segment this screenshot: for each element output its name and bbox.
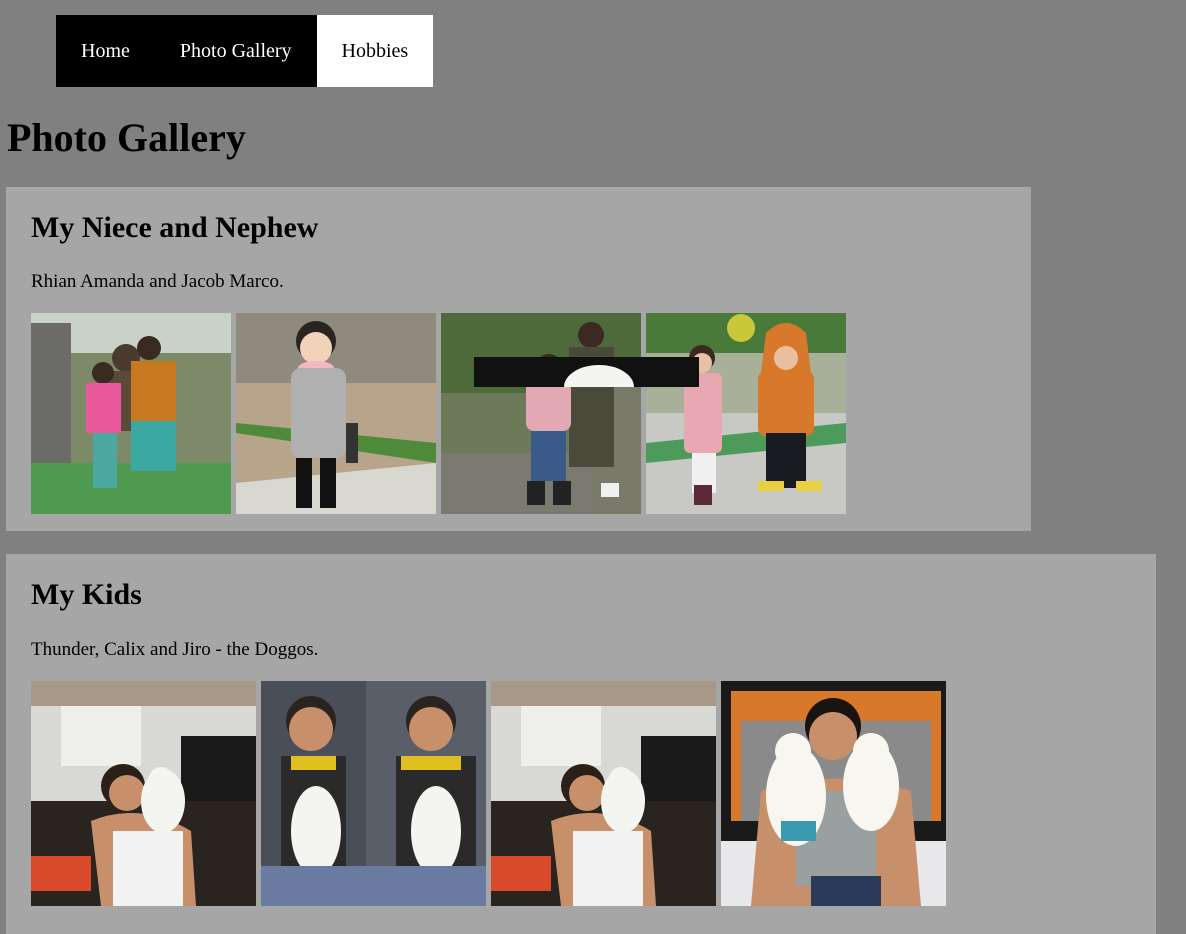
gallery-photo[interactable] (491, 681, 716, 906)
photo-row (31, 313, 846, 514)
section-heading: My Niece and Nephew (31, 211, 319, 244)
nav-hobbies-link[interactable]: Hobbies (316, 15, 434, 87)
gallery-photo[interactable] (441, 313, 641, 514)
gallery-photo[interactable] (31, 681, 256, 906)
photo-row (31, 681, 946, 906)
gallery-photo[interactable] (721, 681, 946, 906)
gallery-photo[interactable] (236, 313, 436, 514)
gallery-section-my-kids: My Kids Thunder, Calix and Jiro - the Do… (6, 554, 1156, 934)
gallery-photo[interactable] (474, 357, 699, 387)
gallery-photo[interactable] (31, 313, 231, 514)
nav-home-link[interactable]: Home (56, 15, 155, 87)
page-title: Photo Gallery (7, 115, 246, 160)
gallery-photo[interactable] (261, 681, 486, 906)
nav-photo-gallery-link[interactable]: Photo Gallery (155, 15, 317, 87)
section-caption: Rhian Amanda and Jacob Marco. (31, 271, 284, 292)
section-caption: Thunder, Calix and Jiro - the Doggos. (31, 639, 319, 660)
main-nav: Home Photo Gallery Hobbies (56, 15, 434, 87)
gallery-photo[interactable] (646, 313, 846, 514)
section-heading: My Kids (31, 578, 142, 611)
